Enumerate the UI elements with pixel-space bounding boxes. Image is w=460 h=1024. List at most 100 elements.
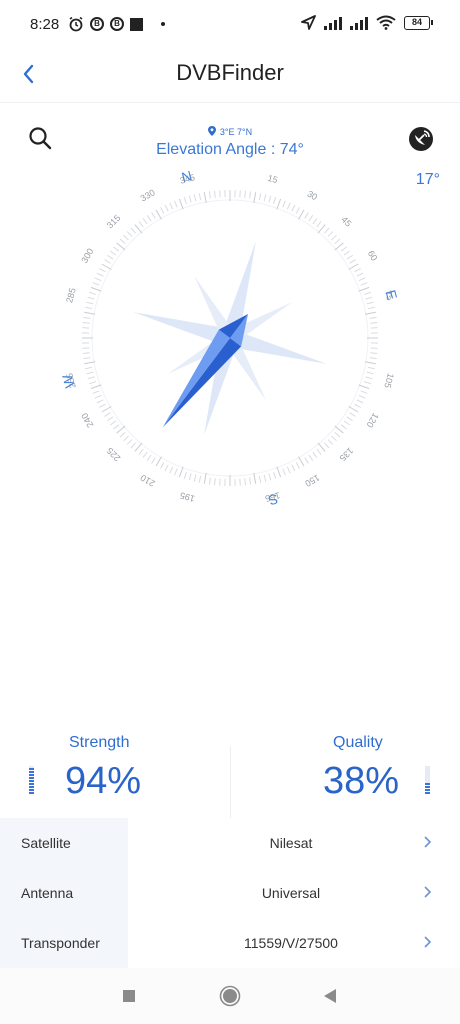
compass-tick — [83, 316, 91, 319]
compass-tick — [84, 311, 96, 315]
compass-tick — [304, 212, 309, 219]
compass-tick — [90, 286, 102, 292]
compass-tick — [155, 456, 162, 467]
compass-tick — [282, 468, 286, 476]
compass-tick — [109, 420, 117, 426]
compass-tick — [142, 217, 148, 225]
signal-divider — [230, 746, 231, 818]
compass-tick — [317, 442, 326, 452]
setting-label: Satellite — [21, 835, 71, 851]
compass-tick — [96, 399, 104, 404]
dot-icon — [161, 22, 165, 26]
compass-tick — [366, 371, 374, 375]
compass-tick — [178, 466, 184, 478]
compass-tick — [164, 204, 169, 212]
quality-level-bar — [425, 766, 430, 794]
quality-label: Quality — [333, 734, 383, 751]
compass-tick — [367, 306, 375, 310]
compass-tick — [334, 431, 341, 438]
setting-value: Nilesat — [269, 835, 313, 851]
compass-tick — [365, 296, 373, 300]
cell-signal-4g-icon — [350, 16, 368, 30]
compass-tick — [363, 291, 371, 295]
compass-tick — [348, 406, 359, 413]
compass-tick — [323, 442, 330, 449]
home-button[interactable] — [216, 982, 244, 1010]
compass-tick — [358, 384, 370, 390]
compass-tick — [253, 472, 257, 484]
compass-tick — [366, 301, 374, 305]
compass-tick — [107, 254, 114, 260]
setting-label: Antenna — [21, 885, 74, 901]
compass-degree-label: 315 — [105, 213, 123, 231]
alarm-icon — [69, 16, 83, 32]
compass-tick — [363, 381, 371, 385]
compass-tick — [317, 224, 326, 234]
compass-tick — [198, 475, 202, 483]
compass-tick — [369, 357, 377, 360]
compass-tick — [87, 376, 95, 380]
chevron-right-icon — [424, 886, 432, 898]
compass-tick — [346, 254, 353, 260]
antenna-row[interactable]: Antenna Universal — [0, 868, 460, 918]
recents-button[interactable] — [115, 982, 143, 1010]
status-right-icons: 84 — [301, 15, 433, 30]
compass-tick — [94, 277, 102, 282]
compass-tick — [151, 212, 156, 219]
compass-tick — [169, 466, 174, 474]
compass-tick — [89, 291, 97, 295]
home-circle-icon — [219, 985, 241, 1007]
location-pin-icon — [207, 126, 216, 136]
back-nav-button[interactable] — [316, 982, 344, 1010]
transponder-row[interactable]: Transponder 11559/V/27500 — [0, 918, 460, 968]
satellite-row[interactable]: Satellite Nilesat — [0, 818, 460, 868]
compass-tick — [244, 190, 246, 198]
compass-tick — [116, 425, 126, 434]
compass-tick — [169, 202, 174, 210]
compass-tick — [358, 394, 366, 399]
compass-tick — [354, 268, 361, 273]
compass-tick — [188, 195, 192, 203]
status-left-icons: B B — [68, 16, 165, 32]
compass-tick — [291, 464, 296, 472]
compass-tick — [92, 282, 100, 286]
compass-tick — [82, 352, 90, 354]
compass-tick — [316, 448, 322, 455]
compass-tick — [334, 425, 344, 434]
compass-tick — [134, 224, 143, 234]
compass-tick — [126, 439, 133, 445]
compass-tick — [160, 207, 165, 214]
compass-tick — [146, 215, 152, 222]
compass-tick — [286, 202, 291, 210]
compass-tick — [116, 242, 126, 251]
compass-tick — [364, 361, 376, 365]
compass-tick — [253, 192, 257, 204]
compass-tick — [85, 306, 93, 310]
compass-tick — [349, 412, 356, 417]
compass-tick — [295, 207, 300, 214]
compass-tick — [198, 193, 202, 201]
compass-tick — [356, 272, 364, 277]
compass-tick — [203, 192, 207, 204]
compass-tick — [358, 286, 370, 292]
b-badge-icon: B — [90, 17, 104, 31]
compass-tick — [138, 221, 144, 228]
location-arrow-icon — [301, 15, 316, 30]
compass-tick — [85, 366, 93, 370]
compass-degree-label: 240 — [79, 411, 95, 429]
compass-tick — [208, 477, 211, 485]
compass-tick — [203, 472, 207, 484]
compass-tick — [96, 272, 104, 277]
compass-tick — [101, 263, 112, 270]
compass-tick — [327, 439, 334, 445]
wifi-icon — [376, 15, 396, 30]
compass-tick — [340, 246, 347, 252]
compass-tick — [263, 474, 267, 482]
compass-tick — [370, 352, 378, 354]
compass-tick — [183, 471, 187, 479]
satellite-button[interactable] — [406, 124, 436, 154]
compass-tick — [94, 394, 102, 399]
compass-tick — [214, 190, 216, 198]
compass-tick — [354, 403, 361, 408]
compass-dial: 1530456075105120135150165195210225240255… — [59, 167, 401, 508]
